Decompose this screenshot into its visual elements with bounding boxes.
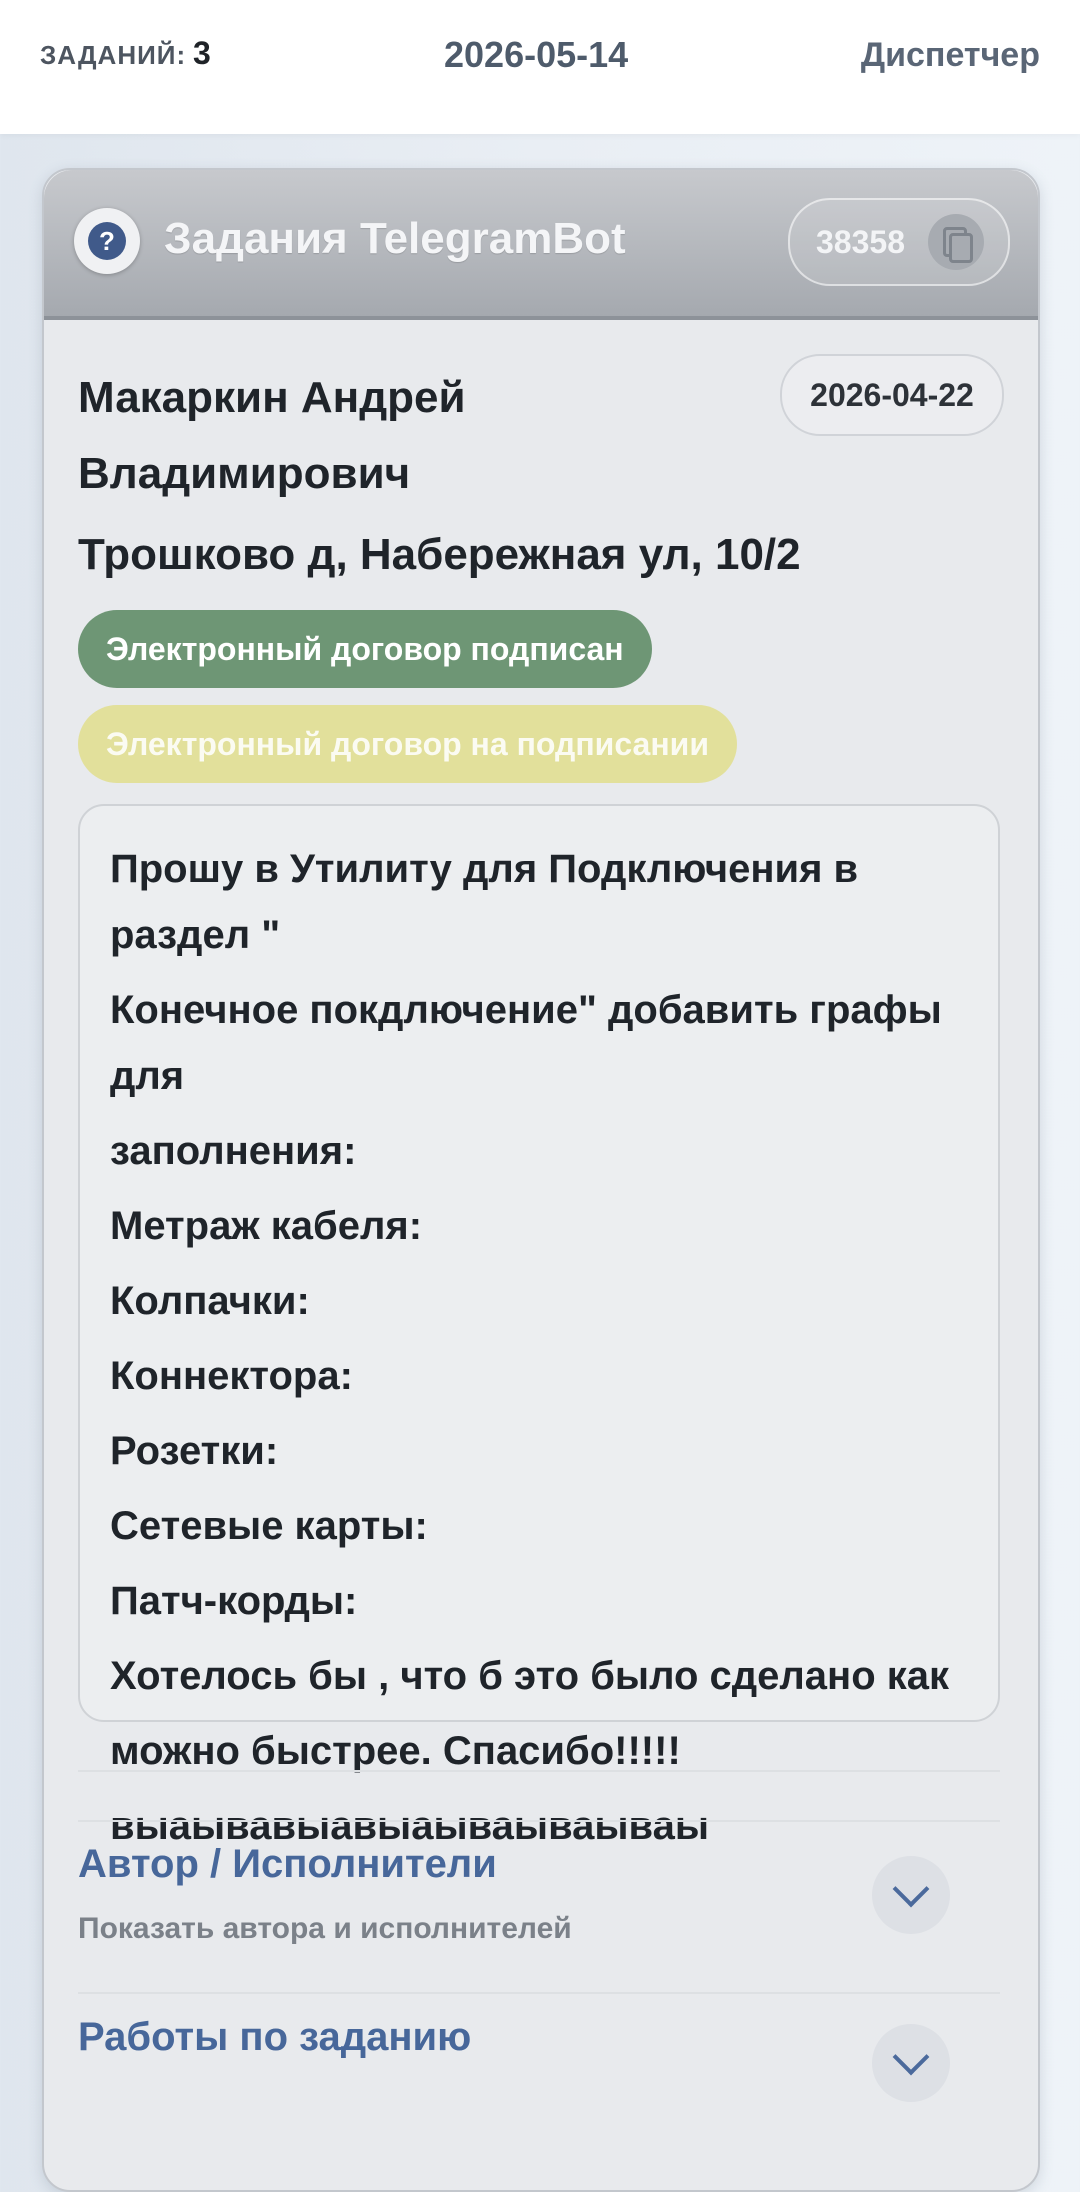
section-divider [78,1770,1000,1772]
message-line: заполнения: [110,1129,357,1173]
message-line: Прошу в Утилиту для Подключения в раздел… [110,847,859,957]
message-line: Конечное покдлючение" добавить графы для [110,988,942,1098]
message-line: Хотелось бы , что б это было сделано как [110,1654,950,1698]
chevron-down-icon [892,1870,930,1908]
message-line: можно быстрее. Спасибо!!!!! [110,1729,681,1773]
chevron-down-icon [892,2038,930,2076]
message-line: Коннектора: [110,1354,353,1398]
task-date-badge: 2026-04-22 [780,354,1004,436]
section-divider [78,1992,1000,1994]
client-address: Трошково д, Набережная ул, 10/2 [78,530,801,579]
works-expand-button[interactable] [872,2024,950,2102]
task-id: 38358 [816,224,905,260]
copy-id-button[interactable] [928,214,984,270]
section-divider [78,1820,1000,1822]
authors-section-subtitle: Показать автора и исполнителей [78,1912,572,1945]
message-line: Розетки: [110,1429,279,1473]
message-line: Метраж кабеля: [110,1204,423,1248]
question-icon: ? [88,222,126,260]
top-status-bar: ЗАДАНИЙ: 3 2026-05-14 Диспетчер [0,0,1080,134]
task-card: ? Задания TelegramBot 38358 Макаркин Анд… [42,168,1040,2192]
status-badge-signing: Электронный договор на подписании [78,705,737,783]
card-title: Задания TelegramBot [164,214,626,263]
help-button[interactable]: ? [74,208,140,274]
authors-section-title[interactable]: Автор / Исполнители [78,1842,497,1887]
message-line: Патч-корды: [110,1579,358,1623]
works-section-title[interactable]: Работы по заданию [78,2015,471,2060]
status-badge-signed: Электронный договор подписан [78,610,652,688]
message-line: Сетевые карты: [110,1504,428,1548]
tasks-count-value: 3 [193,35,211,71]
task-id-pill[interactable]: 38358 [788,198,1010,286]
client-name: Макаркин Андрей Владимирович [78,373,466,498]
card-header: ? Задания TelegramBot 38358 [44,170,1038,320]
user-role[interactable]: Диспетчер [861,36,1040,75]
tasks-count-label: ЗАДАНИЙ: [40,40,187,70]
message-line: Колпачки: [110,1279,310,1323]
current-date: 2026-05-14 [444,34,629,75]
authors-expand-button[interactable] [872,1856,950,1934]
task-message: Прошу в Утилиту для Подключения в раздел… [78,804,1000,1848]
